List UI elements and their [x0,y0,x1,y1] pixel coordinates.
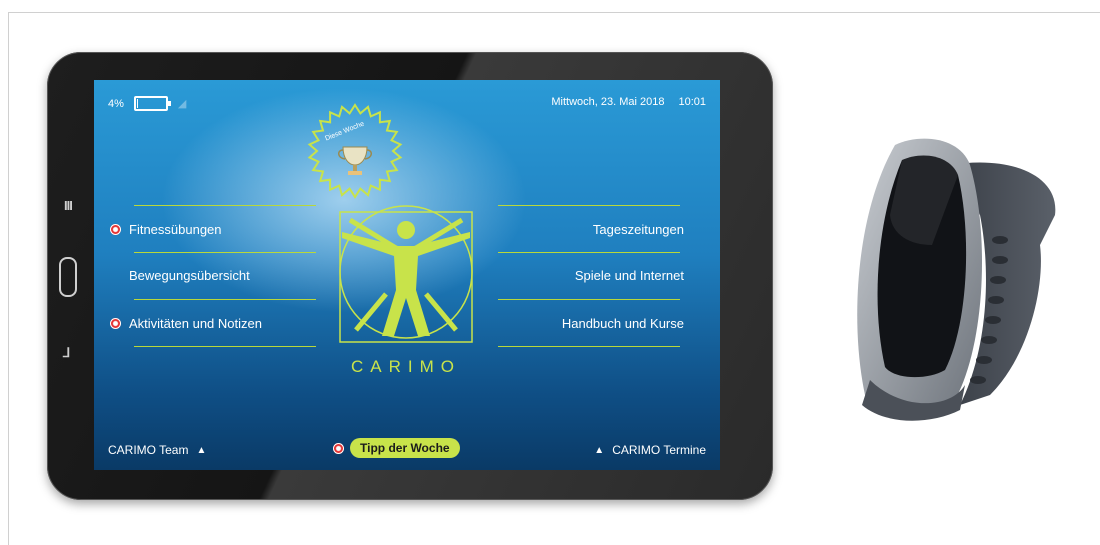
menu-item-label: Tageszeitungen [592,222,684,237]
menu-icon[interactable]: III [64,198,73,213]
tipp-der-woche-button[interactable]: Tipp der Woche [333,438,460,458]
carimo-logo: CARIMO [339,205,473,376]
home-icon[interactable] [59,257,77,297]
status-time: 10:01 [678,96,706,108]
team-label: CARIMO Team [108,443,189,457]
status-bar-left: 4% ◢ [108,96,186,111]
termine-label: CARIMO Termine [612,443,706,457]
menu-item-bewegungsuebersicht[interactable]: Bewegungsübersicht [110,268,250,283]
menu-divider [134,205,316,206]
menu-item-label: Handbuch und Kurse [561,316,684,331]
menu-divider [134,299,316,300]
trophy-icon [338,146,372,175]
back-icon[interactable]: ⅃ [63,345,70,361]
notification-dot [333,442,344,454]
triangle-up-icon: ▲ [594,444,605,456]
carimo-team-button[interactable]: CARIMO Team ▲ [108,443,206,457]
signal-icon: ◢ [177,98,187,110]
notification-dot [110,224,121,235]
notification-dot [110,318,121,329]
battery-icon [133,96,171,111]
menu-item-label: Fitnessübungen [129,222,222,237]
trophy-badge[interactable] [307,103,403,199]
tipp-label: Tipp der Woche [350,438,460,458]
fitness-tracker-watch [857,138,1056,421]
tablet-screen: 4% ◢ Mittwoch, 23. Mai 2018 10:01 Diese … [94,80,720,470]
status-date: Mittwoch, 23. Mai 2018 [551,96,665,108]
menu-divider [134,252,316,253]
menu-item-spiele-und-internet[interactable]: Spiele und Internet [575,268,684,283]
status-bar-right: Mittwoch, 23. Mai 2018 10:01 [551,96,706,108]
frame-top-border [8,12,1100,13]
menu-divider [498,299,680,300]
menu-item-fitnessuebungen[interactable]: Fitnessübungen [110,222,222,237]
logo-text: CARIMO [351,357,461,376]
menu-item-label: Spiele und Internet [574,268,684,283]
menu-divider [498,346,680,347]
menu-item-aktivitaeten-und-notizen[interactable]: Aktivitäten und Notizen [110,316,262,331]
triangle-up-icon: ▲ [196,444,207,456]
frame-left-border [8,12,9,545]
menu-item-tageszeitungen[interactable]: Tageszeitungen [593,222,684,237]
menu-divider [498,205,680,206]
carimo-termine-button[interactable]: ▲ CARIMO Termine [594,443,706,457]
battery-percent: 4% [108,97,124,110]
menu-item-label: Aktivitäten und Notizen [129,316,262,331]
menu-item-label: Bewegungsübersicht [129,268,250,283]
menu-divider [134,346,316,347]
menu-item-handbuch-und-kurse[interactable]: Handbuch und Kurse [562,316,684,331]
menu-divider [498,252,680,253]
